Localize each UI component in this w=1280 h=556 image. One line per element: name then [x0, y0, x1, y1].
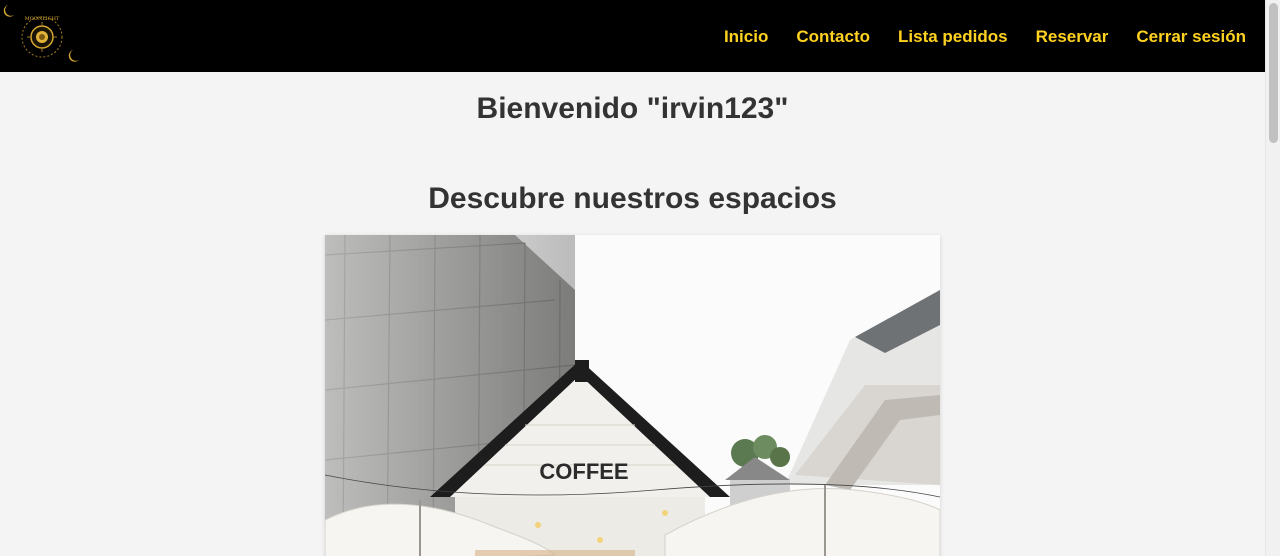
scrollbar-thumb[interactable] — [1269, 3, 1278, 143]
crescent-moon-icon — [3, 5, 14, 17]
main-nav: Inicio Contacto Lista pedidos Reservar C… — [724, 28, 1246, 45]
logo-text: MOONLIGHT — [25, 16, 60, 22]
nav-inicio[interactable]: Inicio — [724, 28, 768, 45]
nav-cerrar-sesion[interactable]: Cerrar sesión — [1136, 28, 1246, 45]
section-title: Descubre nuestros espacios — [428, 182, 837, 215]
nav-contacto[interactable]: Contacto — [796, 28, 870, 45]
logo-emblem-icon: MOONLIGHT — [3, 5, 79, 62]
page-scrollbar[interactable] — [1265, 0, 1280, 556]
site-header: MOONLIGHT Inicio Contacto Lista pedidos … — [0, 0, 1265, 72]
crescent-moon-icon — [68, 50, 79, 62]
nav-reservar[interactable]: Reservar — [1036, 28, 1109, 45]
coffee-sign: COFFEE — [539, 459, 628, 484]
moonlight-logo[interactable]: MOONLIGHT — [0, 0, 84, 72]
welcome-heading: Bienvenido "irvin123" — [476, 92, 789, 125]
nav-lista-pedidos[interactable]: Lista pedidos — [898, 28, 1008, 45]
hero-image: COFFEE — [325, 235, 940, 556]
coffee-shop-photo: COFFEE — [325, 235, 940, 556]
page-viewport: MOONLIGHT Inicio Contacto Lista pedidos … — [0, 0, 1265, 556]
